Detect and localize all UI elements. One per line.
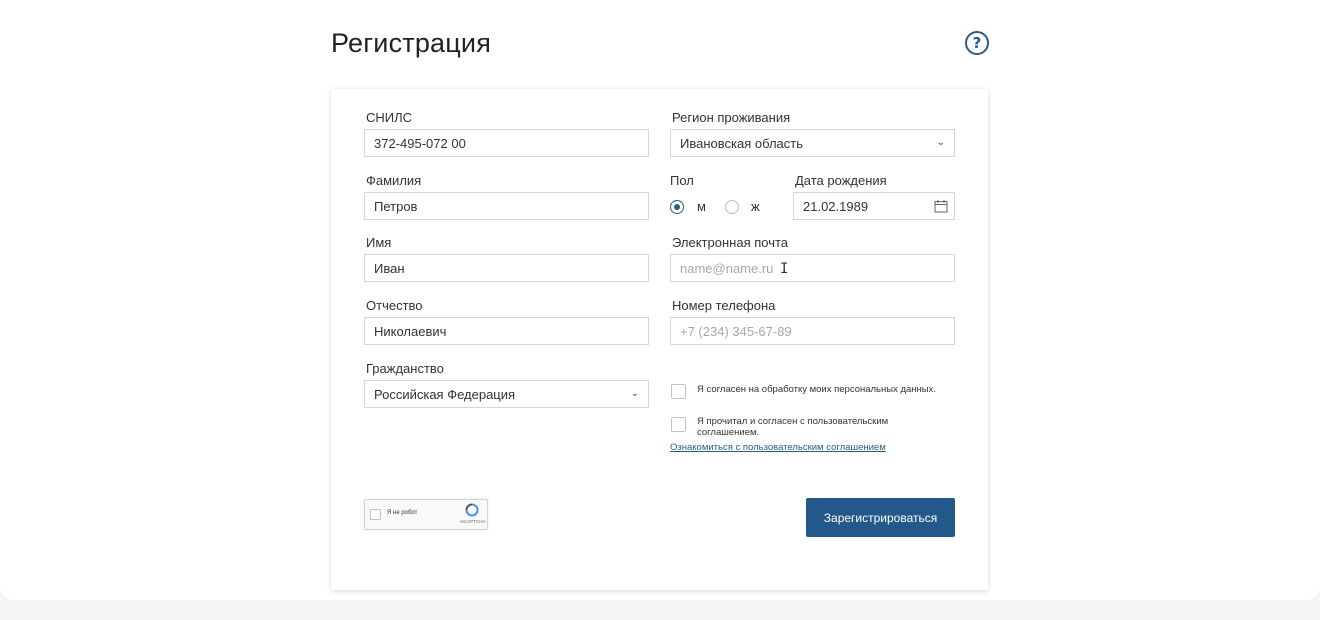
- patronymic-label: Отчество: [366, 298, 423, 313]
- agreement-link[interactable]: Ознакомиться с пользовательским соглашен…: [670, 442, 886, 453]
- snils-input[interactable]: [364, 129, 649, 157]
- gender-male-label: м: [697, 199, 706, 214]
- recaptcha-brand: reCAPTCHA: [460, 519, 486, 524]
- registration-form: СНИЛС Фамилия Имя Отчество Гражданство Р…: [331, 89, 988, 590]
- recaptcha-label: Я не робот: [387, 510, 418, 516]
- gender-female-label: ж: [751, 199, 760, 214]
- birthdate-input[interactable]: 21.02.1989: [793, 192, 955, 220]
- region-label: Регион проживания: [672, 110, 791, 125]
- phone-input-control[interactable]: [680, 323, 945, 339]
- gender-radio-male[interactable]: [670, 200, 684, 214]
- recaptcha-checkbox[interactable]: [370, 509, 381, 520]
- help-icon[interactable]: ?: [965, 31, 989, 55]
- text-cursor-icon: I: [780, 261, 789, 277]
- phone-label: Номер телефона: [672, 298, 776, 313]
- phone-input[interactable]: [670, 317, 955, 345]
- name-input[interactable]: [364, 254, 649, 282]
- registration-page: Регистрация ? СНИЛС Фамилия Имя Отчество…: [0, 0, 1320, 600]
- patronymic-input[interactable]: [364, 317, 649, 345]
- email-label: Электронная почта: [672, 235, 789, 250]
- surname-input-control[interactable]: [374, 198, 639, 214]
- region-value: Ивановская область: [680, 135, 803, 151]
- chevron-down-icon: ⌄: [630, 388, 639, 399]
- name-input-control[interactable]: [374, 260, 639, 276]
- surname-label: Фамилия: [366, 173, 422, 188]
- birthdate-label: Дата рождения: [795, 173, 887, 188]
- gender-label: Пол: [670, 173, 694, 188]
- help-symbol: ?: [972, 34, 982, 52]
- email-input-control[interactable]: [680, 260, 945, 276]
- consent-agreement-checkbox[interactable]: [671, 417, 686, 432]
- consent-agreement-text: Я прочитал и согласен с пользовательским…: [697, 416, 889, 438]
- snils-label: СНИЛС: [366, 110, 413, 125]
- region-select[interactable]: Ивановская область ⌄: [670, 129, 955, 157]
- patronymic-input-control[interactable]: [374, 323, 639, 339]
- consent-personal-text: Я согласен на обработку моих персональны…: [697, 384, 937, 395]
- citizenship-label: Гражданство: [366, 361, 444, 376]
- register-button[interactable]: Зарегистрироваться: [806, 498, 955, 537]
- birthdate-value: 21.02.1989: [803, 198, 869, 214]
- gender-radio-female[interactable]: [725, 200, 739, 214]
- snils-input-control[interactable]: [374, 135, 639, 151]
- recaptcha-widget: Я не робот reCAPTCHA: [364, 499, 488, 530]
- name-label: Имя: [366, 235, 392, 250]
- citizenship-select[interactable]: Российская Федерация ⌄: [364, 380, 649, 408]
- consent-personal-checkbox[interactable]: [671, 384, 686, 399]
- chevron-down-icon: ⌄: [936, 137, 945, 148]
- calendar-icon[interactable]: [934, 199, 948, 216]
- email-input[interactable]: [670, 254, 955, 282]
- page-title: Регистрация: [331, 28, 492, 58]
- surname-input[interactable]: [364, 192, 649, 220]
- citizenship-value: Российская Федерация: [374, 386, 516, 402]
